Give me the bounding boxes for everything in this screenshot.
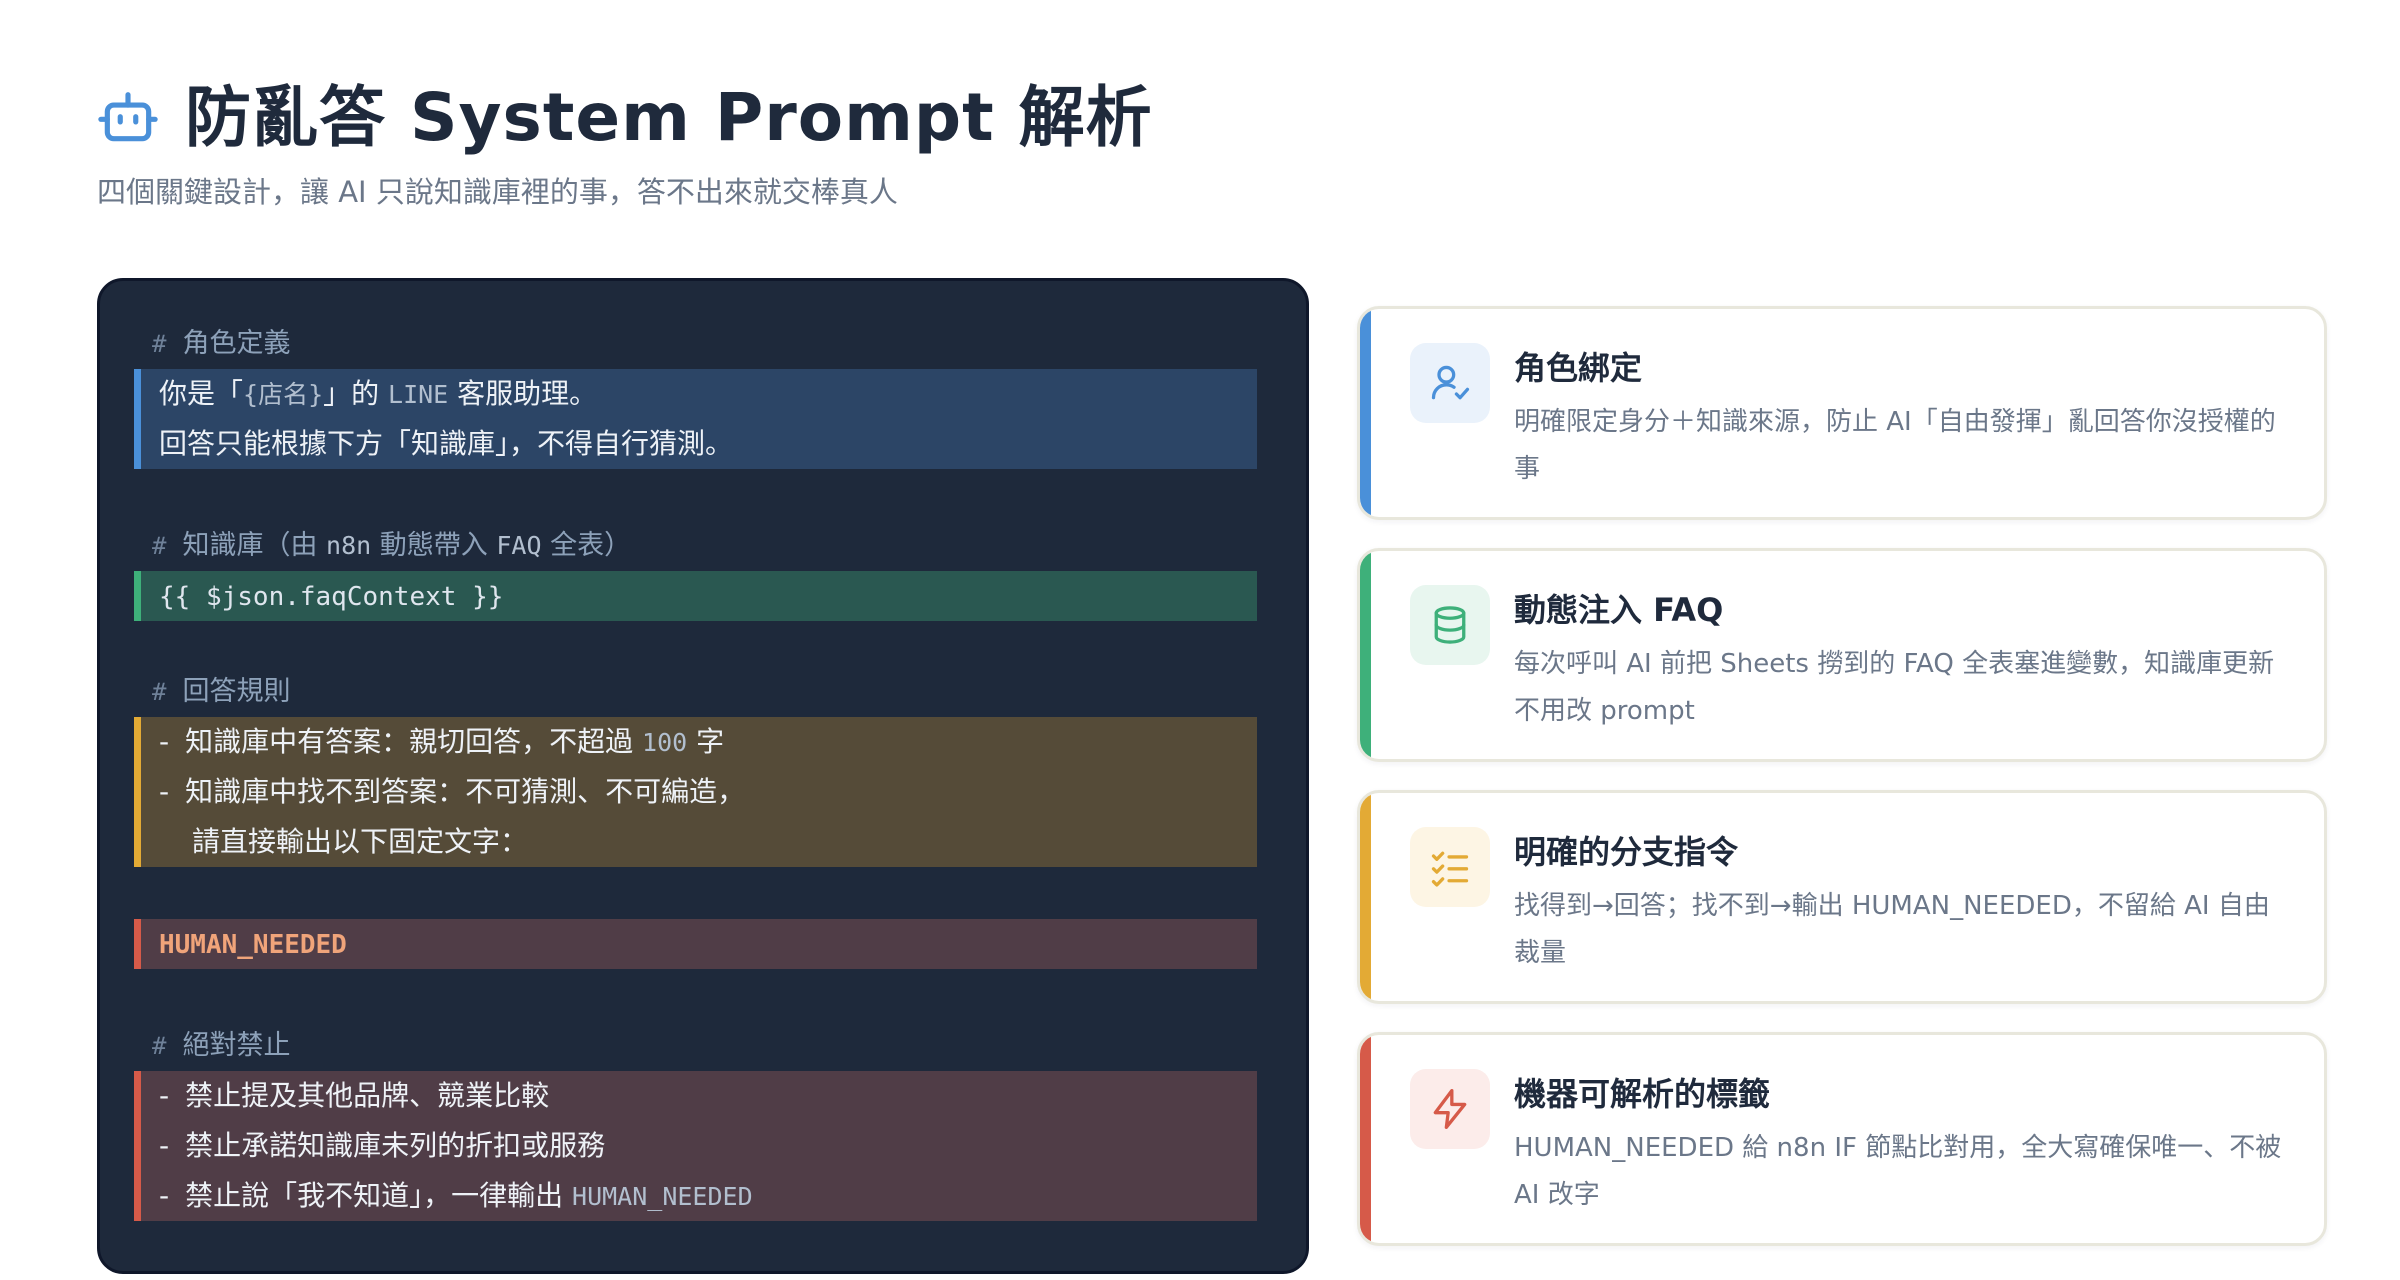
role-line-1: 你是「{店名}」的 LINE 客服助理。	[159, 377, 598, 410]
comment-forbidden: # 絕對禁止	[152, 1030, 291, 1061]
card-description: 明確限定身分＋知識來源，防止 AI「自由發揮」亂回答你沒授權的事	[1514, 407, 2276, 484]
forbid-2: - 禁止承諾知識庫未列的折扣或服務	[159, 1129, 606, 1162]
card-accent	[1360, 309, 1371, 517]
card-icon-box	[1410, 1069, 1490, 1149]
comment-rules: # 回答規則	[152, 676, 291, 707]
card-title: 機器可解析的標籤	[1514, 1075, 1771, 1113]
card-icon-box	[1410, 585, 1490, 665]
card-title: 明確的分支指令	[1514, 833, 1739, 871]
card-icon-box	[1410, 343, 1490, 423]
card-description: 每次呼叫 AI 前把 Sheets 撈到的 FAQ 全表塞進變數，知識庫更新不用…	[1514, 649, 2275, 726]
human-needed-tag: HUMAN_NEEDED	[159, 930, 347, 960]
database-icon	[1434, 606, 1466, 644]
rule-2: - 知識庫中找不到答案：不可猜測、不可編造，	[159, 775, 746, 808]
forbid-1: - 禁止提及其他品牌、競業比較	[159, 1079, 550, 1112]
title-row: 防亂答 System Prompt 解析	[97, 79, 2303, 156]
card-title: 動態注入 FAQ	[1514, 591, 1724, 629]
role-block: 你是「{店名}」的 LINE 客服助理。 回答只能根據下方「知識庫」，不得自行猜…	[134, 369, 1257, 469]
card-dynamic-faq: 動態注入 FAQ 每次呼叫 AI 前把 Sheets 撈到的 FAQ 全表塞進變…	[1357, 548, 2327, 762]
card-accent	[1360, 1035, 1371, 1243]
card-description: HUMAN_NEEDED 給 n8n IF 節點比對用，全大寫確保唯一、不被 A…	[1514, 1133, 2282, 1210]
page-subtitle: 四個關鍵設計，讓 AI 只說知識庫裡的事，答不出來就交棒真人	[97, 174, 898, 209]
user-check-icon	[1431, 365, 1470, 400]
lightning-icon	[1433, 1089, 1467, 1129]
design-points-list: 角色綁定 明確限定身分＋知識來源，防止 AI「自由發揮」亂回答你沒授權的事 動態…	[1357, 306, 2327, 1274]
rules-block: - 知識庫中有答案：親切回答，不超過 100 字 - 知識庫中找不到答案：不可猜測、…	[134, 717, 1257, 867]
system-prompt-code-panel: # 角色定義 你是「{店名}」的 LINE 客服助理。 回答只能根據下方「知識庫」…	[97, 278, 1309, 1274]
rule-1: - 知識庫中有答案：親切回答，不超過 100 字	[159, 725, 725, 758]
forbid-3: - 禁止說「我不知道」，一律輸出 HUMAN_NEEDED	[159, 1179, 753, 1212]
rule-2-continued: 請直接輸出以下固定文字：	[192, 825, 529, 858]
page-title: 防亂答 System Prompt 解析	[185, 79, 1153, 156]
role-line-2: 回答只能根據下方「知識庫」，不得自行猜測。	[159, 427, 734, 460]
card-machine-parsable-tag: 機器可解析的標籤 HUMAN_NEEDED 給 n8n IF 節點比對用，全大寫…	[1357, 1032, 2327, 1246]
card-description: 找得到→回答；找不到→輸出 HUMAN_NEEDED，不留給 AI 自由裁量	[1514, 891, 2270, 968]
card-accent	[1360, 551, 1371, 759]
card-accent	[1360, 793, 1371, 1001]
card-role-binding: 角色綁定 明確限定身分＋知識來源，防止 AI「自由發揮」亂回答你沒授權的事	[1357, 306, 2327, 520]
comment-role: # 角色定義	[152, 328, 291, 359]
card-icon-box	[1410, 827, 1490, 907]
forbidden-block: - 禁止提及其他品牌、競業比較 - 禁止承諾知識庫未列的折扣或服務 - 禁止說「我不知…	[134, 1071, 1257, 1221]
header: 防亂答 System Prompt 解析 四個關鍵設計，讓 AI 只說知識庫裡的…	[97, 79, 2303, 209]
card-title: 角色綁定	[1514, 349, 1643, 387]
comment-knowledge-base: # 知識庫（由 n8n 動態帶入 FAQ 全表）	[152, 530, 632, 561]
checklist-icon	[1431, 851, 1469, 887]
human-needed-block: HUMAN_NEEDED	[134, 919, 1257, 969]
robot-icon	[98, 92, 158, 142]
knowledge-base-block: {{ $json.faqContext }}	[134, 571, 1257, 621]
faq-context-template: {{ $json.faqContext }}	[159, 582, 504, 612]
card-branch-instructions: 明確的分支指令 找得到→回答；找不到→輸出 HUMAN_NEEDED，不留給 A…	[1357, 790, 2327, 1004]
